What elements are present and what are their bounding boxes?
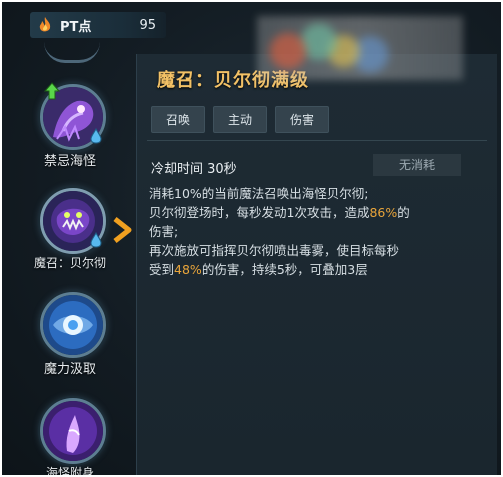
skill-tags: 召唤 主动 伤害 (151, 106, 330, 133)
skill-label: 海怪附身 (45, 466, 94, 475)
previous-skill-edge (44, 42, 100, 63)
skill-detail-panel: 魔召：贝尔彻满级 召唤 主动 伤害 冷却时间 30秒 无消耗 消耗10%的当前魔… (136, 54, 497, 475)
cooldown-text: 冷却时间 30秒 (151, 162, 237, 177)
desc-line: 再次施放可指挥贝尔彻喷出毒雾，使目标每秒 (149, 243, 400, 258)
cost-badge: 无消耗 (373, 154, 461, 176)
water-drop-icon (90, 231, 102, 248)
selected-chevron-icon (112, 216, 134, 244)
blurred-overlay (257, 16, 463, 80)
tag-damage: 伤害 (275, 106, 330, 133)
pt-label: PT点 (60, 19, 92, 35)
upgrade-arrow-icon (43, 82, 61, 100)
flame-icon (36, 16, 54, 34)
skill-label: 魔召：贝尔彻 (33, 256, 106, 270)
tag-active: 主动 (213, 106, 268, 133)
desc-line: 受到48%的伤害，持续5秒，可叠加3层 (149, 262, 368, 277)
skill-item-kraken-possession[interactable]: 海怪附身 (2, 398, 122, 475)
skill-label: 魔力汲取 (43, 362, 96, 377)
pt-points-bar: PT点 95 (30, 12, 166, 38)
tag-summon: 召唤 (151, 106, 206, 133)
sea-possession-icon (40, 398, 106, 464)
skill-label: 禁忌海怪 (43, 154, 96, 169)
highlight-value: 48% (174, 262, 202, 277)
skill-item-summon-belch[interactable]: 魔召：贝尔彻 (2, 188, 122, 288)
game-window: PT点 95 禁忌海怪 魔召：贝尔彻 魔力汲取 海怪附身 魔召：贝尔彻满级 召唤… (2, 2, 501, 475)
mana-drain-icon (40, 292, 106, 358)
divider (147, 140, 487, 141)
skill-item-forbidden-kraken[interactable]: 禁忌海怪 (2, 82, 122, 184)
skill-sidebar: 禁忌海怪 魔召：贝尔彻 魔力汲取 海怪附身 (2, 42, 134, 475)
desc-line: 消耗10%的当前魔法召唤出海怪贝尔彻; (149, 186, 369, 201)
desc-line: 伤害; (149, 224, 179, 239)
desc-line: 贝尔彻登场时，每秒发动1次攻击，造成86%的 (149, 205, 410, 220)
pt-value: 95 (139, 17, 156, 33)
skill-item-mana-drain[interactable]: 魔力汲取 (2, 292, 122, 392)
highlight-value: 86% (369, 205, 398, 220)
water-drop-icon (90, 127, 102, 144)
skill-description: 消耗10%的当前魔法召唤出海怪贝尔彻; 贝尔彻登场时，每秒发动1次攻击，造成86… (149, 184, 479, 279)
